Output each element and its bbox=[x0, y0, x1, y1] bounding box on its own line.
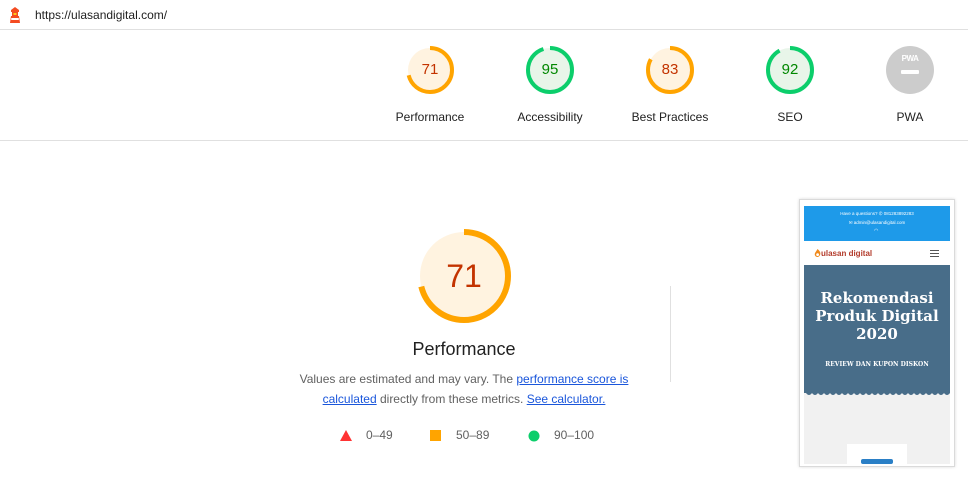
circle-icon bbox=[528, 430, 540, 442]
lighthouse-logo-icon bbox=[10, 7, 20, 23]
screenshot-wave-divider bbox=[804, 389, 950, 399]
ulasan-logo-icon bbox=[814, 249, 821, 257]
gauge-score: 95 bbox=[541, 61, 559, 78]
screenshot-logo-text: ulasan digital bbox=[821, 249, 873, 258]
square-icon bbox=[430, 430, 441, 441]
desc-text: Values are estimated and may vary. The bbox=[299, 372, 517, 386]
rss-icon: ◠ bbox=[874, 228, 879, 234]
legend-range: 90–100 bbox=[554, 428, 595, 442]
screenshot-product-image bbox=[861, 459, 893, 464]
final-screenshot[interactable]: Have a questions? ✆ 081283892283 ✉ admin… bbox=[799, 199, 955, 467]
screenshot-email-line: ✉ admin@ulasandigital.com bbox=[848, 220, 906, 225]
pwa-badge: PWA bbox=[884, 44, 936, 96]
legend-range: 50–89 bbox=[456, 428, 490, 442]
pwa-badge-text: PWA bbox=[901, 54, 919, 63]
gauge-accessibility[interactable]: 95 Accessibility bbox=[490, 44, 610, 124]
gauge-label: Best Practices bbox=[631, 110, 709, 124]
gauge-ring: 71 bbox=[404, 44, 456, 96]
screenshot-product-card bbox=[847, 444, 907, 464]
hamburger-menu-icon bbox=[930, 250, 939, 257]
screenshot-nav: ulasan digital bbox=[804, 241, 950, 265]
screenshot-topbar: Have a questions? ✆ 081283892283 ✉ admin… bbox=[804, 206, 950, 241]
gauge-ring: 92 bbox=[764, 44, 816, 96]
gauge-best-practices[interactable]: 83 Best Practices bbox=[610, 44, 730, 124]
main-performance-gauge: 71 bbox=[414, 226, 514, 326]
gauge-seo[interactable]: 92 SEO bbox=[730, 44, 850, 124]
main-title: Performance bbox=[412, 339, 516, 359]
gauge-score: 92 bbox=[781, 61, 799, 78]
category-gauges: 71 Performance 95 Accessibility 83 Best … bbox=[0, 30, 968, 141]
gauge-label: Performance bbox=[395, 110, 465, 124]
gauge-label: Accessibility bbox=[517, 110, 583, 124]
gauge-ring: 95 bbox=[524, 44, 576, 96]
page-url[interactable]: https://ulasandigital.com/ bbox=[35, 8, 167, 22]
main-score: 71 bbox=[446, 258, 482, 294]
gauge-ring: 83 bbox=[644, 44, 696, 96]
gauge-performance[interactable]: 71 Performance bbox=[370, 44, 490, 124]
screenshot-contact-line: Have a questions? ✆ 081283892283 bbox=[840, 211, 914, 216]
screenshot-hero-subtitle: REVIEW DAN KUPON DISKON bbox=[825, 361, 929, 368]
screenshot-hero-title: Rekomendasi Produk Digital 2020 bbox=[815, 289, 939, 343]
screenshot-content bbox=[804, 399, 950, 464]
screenshot-hero: Rekomendasi Produk Digital 2020 REVIEW D… bbox=[804, 265, 950, 395]
pwa-dash-icon bbox=[901, 70, 919, 74]
see-calculator-link[interactable]: See calculator. bbox=[527, 392, 606, 406]
gauge-label: PWA bbox=[896, 110, 924, 124]
address-bar: https://ulasandigital.com/ bbox=[0, 0, 968, 30]
screenshot-page: Have a questions? ✆ 081283892283 ✉ admin… bbox=[804, 206, 950, 464]
gauge-pwa[interactable]: PWA PWA bbox=[850, 44, 968, 124]
vertical-divider bbox=[670, 286, 671, 382]
desc-text: directly from these metrics. bbox=[376, 392, 527, 406]
gauge-score: 71 bbox=[421, 61, 439, 78]
score-description: Values are estimated and may vary. The p… bbox=[288, 369, 640, 409]
triangle-icon bbox=[340, 430, 352, 441]
legend-range: 0–49 bbox=[366, 428, 393, 442]
gauge-label: SEO bbox=[777, 110, 803, 124]
gauge-score: 83 bbox=[661, 61, 679, 78]
